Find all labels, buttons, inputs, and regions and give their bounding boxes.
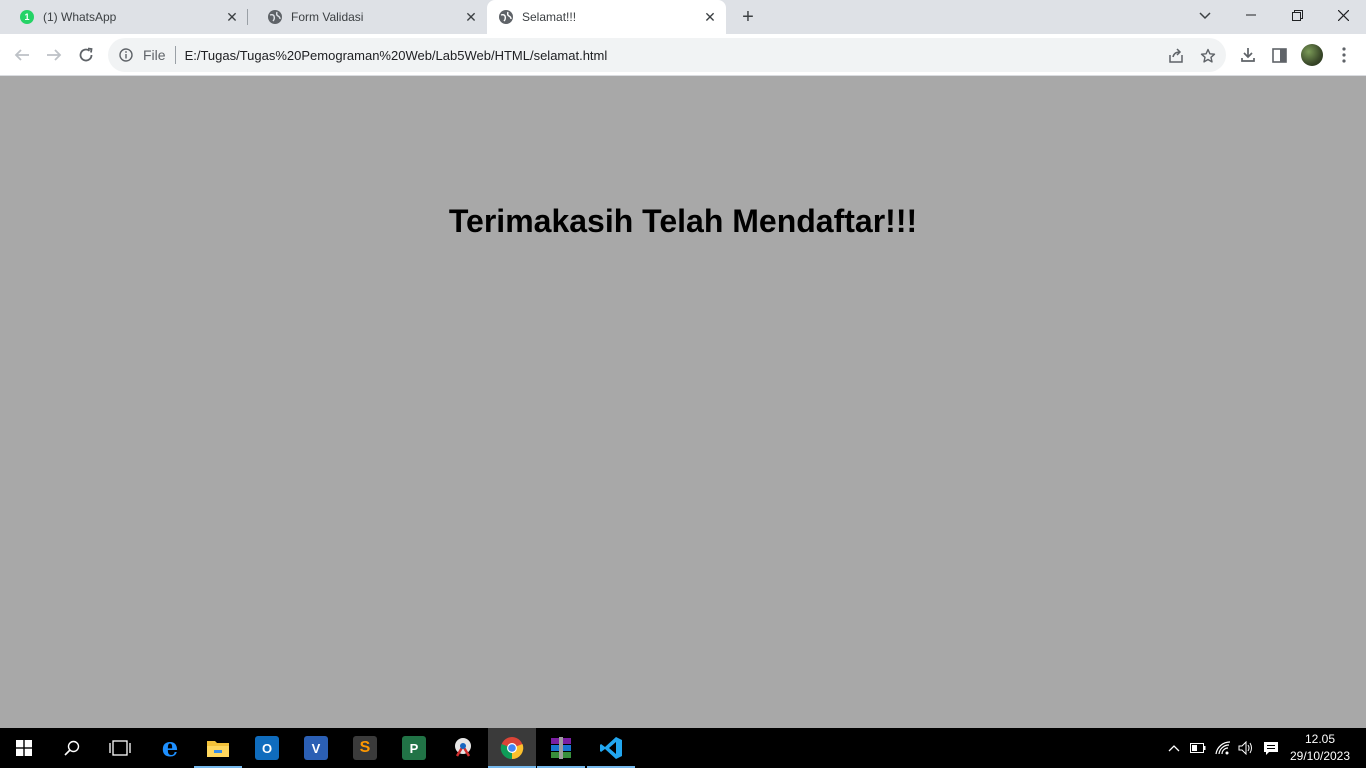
minimize-button[interactable] [1228,0,1274,30]
browser-toolbar: File E:/Tugas/Tugas%20Pemograman%20Web/L… [0,34,1366,76]
back-button[interactable] [7,40,37,70]
divider [174,46,176,64]
notification-button[interactable] [1260,728,1282,768]
share-icon[interactable] [1166,46,1186,66]
search-icon [64,740,80,756]
info-icon[interactable] [118,47,134,63]
clock-date: 29/10/2023 [1289,749,1351,763]
close-icon[interactable]: ✕ [224,9,240,25]
battery-icon [1190,743,1206,753]
star-icon[interactable] [1198,46,1218,66]
tab-selamat[interactable]: Selamat!!! ✕ [487,0,726,34]
side-panel-icon[interactable] [1268,44,1290,66]
arrow-left-icon [14,49,29,61]
tab-search-button[interactable] [1193,4,1217,28]
globe-icon [499,10,513,24]
tab-form-validasi[interactable]: Form Validasi ✕ [248,0,487,34]
profile-avatar[interactable] [1301,44,1323,66]
start-button[interactable] [0,728,48,768]
close-icon [1337,9,1349,21]
vscode-app[interactable] [587,728,635,768]
chrome-icon [500,737,524,760]
scheme-label: File [143,47,166,63]
arrow-right-icon [47,49,62,61]
volume-button[interactable] [1236,728,1256,768]
task-view-button[interactable] [96,728,144,768]
close-icon[interactable]: ✕ [702,9,718,25]
visio-icon: V [304,736,328,760]
address-bar[interactable]: File E:/Tugas/Tugas%20Pemograman%20Web/L… [108,38,1226,72]
search-button[interactable] [48,728,96,768]
tab-strip: 1 (1) WhatsApp ✕ Form Validasi ✕ Selamat… [0,0,1366,34]
new-tab-button[interactable]: + [736,5,760,29]
wifi-icon [1215,741,1231,755]
task-view-icon [109,740,131,756]
tab-title: Selamat!!! [522,10,577,24]
tab-badge: 1 [24,12,30,22]
edge-icon: e [161,733,179,763]
chevron-up-icon [1168,745,1180,752]
close-icon[interactable]: ✕ [463,9,479,25]
snipping-tool-icon [455,738,471,757]
file-explorer-icon [207,741,229,757]
visio-app[interactable]: V [292,728,340,768]
tab-whatsapp[interactable]: 1 (1) WhatsApp ✕ [0,0,248,34]
tab-title: Form Validasi [291,10,364,24]
windows-taskbar: e O V S P 12.05 29/10/2023 [0,728,1366,768]
window-close-button[interactable] [1320,0,1366,30]
wifi-button[interactable] [1212,728,1234,768]
winrar-app[interactable] [537,728,585,768]
volume-icon [1238,741,1252,755]
forward-button[interactable] [39,40,69,70]
restore-icon [1291,9,1303,21]
reload-icon [79,47,93,62]
project-app[interactable]: P [390,728,438,768]
page-viewport: Terimakasih Telah Mendaftar!!! [0,77,1366,728]
download-icon[interactable] [1237,44,1259,66]
url-text[interactable]: E:/Tugas/Tugas%20Pemograman%20Web/Lab5We… [185,48,608,63]
notification-icon [1264,741,1278,755]
restore-button[interactable] [1274,0,1320,30]
file-explorer-app[interactable] [194,728,242,768]
battery-button[interactable] [1188,728,1208,768]
reload-button[interactable] [71,40,101,70]
edge-app[interactable]: e [146,728,194,768]
outlook-app[interactable]: O [243,728,291,768]
tab-title: (1) WhatsApp [43,10,117,24]
project-icon: P [402,736,426,760]
snipping-tool-app[interactable] [439,728,487,768]
vscode-icon [600,737,622,759]
page-heading: Terimakasih Telah Mendaftar!!! [448,203,918,239]
winrar-icon [551,737,571,759]
sublime-text-app[interactable]: S [341,728,389,768]
chevron-down-icon [1199,12,1211,20]
globe-icon [268,10,282,24]
show-hidden-icons-button[interactable] [1164,728,1184,768]
outlook-icon: O [255,736,279,760]
menu-icon[interactable] [1333,44,1355,66]
avatar [1301,44,1323,66]
system-clock[interactable]: 12.05 29/10/2023 [1286,731,1354,765]
start-icon [16,740,32,756]
whatsapp-icon: 1 [20,10,34,24]
chrome-app[interactable] [488,728,536,768]
minimize-icon [1246,14,1256,16]
clock-time: 12.05 [1304,732,1336,746]
sublime-text-icon: S [353,736,377,760]
